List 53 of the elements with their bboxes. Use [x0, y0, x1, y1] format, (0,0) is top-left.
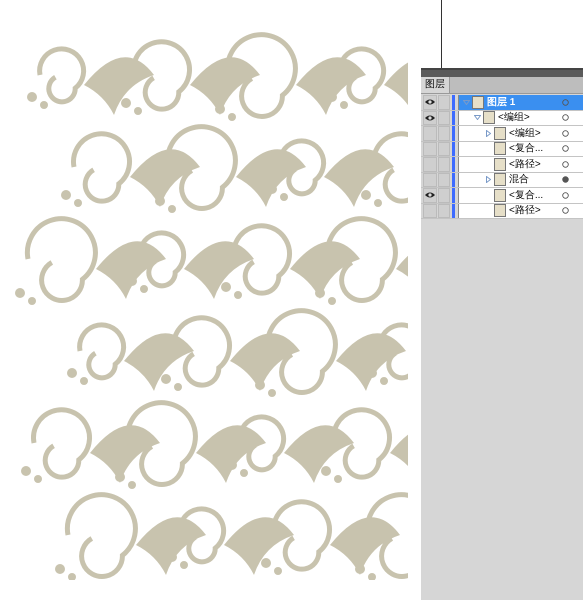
- target-ring-icon[interactable]: [562, 114, 569, 122]
- layer-thumbnail: [494, 204, 506, 218]
- visibility-toggle[interactable]: [423, 172, 437, 187]
- eye-icon: [425, 99, 435, 106]
- visibility-toggle[interactable]: [423, 110, 437, 125]
- lock-toggle[interactable]: [438, 157, 450, 172]
- lock-toggle[interactable]: [438, 172, 450, 187]
- target-ring-icon[interactable]: [562, 207, 569, 214]
- layer-name: 图层 1: [487, 96, 516, 109]
- layer-name: <路径>: [509, 158, 541, 171]
- lock-toggle[interactable]: [438, 142, 450, 156]
- lock-toggle[interactable]: [438, 110, 450, 125]
- visibility-toggle[interactable]: [423, 188, 437, 202]
- lock-toggle[interactable]: [438, 188, 450, 202]
- layer-row[interactable]: 混合: [458, 172, 583, 187]
- layer-thumbnail: [494, 158, 506, 171]
- target-ring-icon[interactable]: [562, 130, 569, 137]
- layer-name: <路径>: [509, 204, 541, 218]
- visibility-toggle[interactable]: [423, 157, 437, 172]
- visibility-toggle[interactable]: [423, 126, 437, 140]
- target-dot-icon[interactable]: [562, 176, 569, 184]
- target-ring-icon[interactable]: [562, 145, 569, 152]
- layer-thumbnail: [494, 126, 506, 140]
- layer-row[interactable]: <路径>: [458, 204, 583, 218]
- visibility-toggle[interactable]: [423, 142, 437, 156]
- eye-icon: [425, 114, 435, 121]
- layer-name: 混合: [509, 173, 529, 186]
- layer-row[interactable]: <复合...: [458, 142, 583, 156]
- layer-row[interactable]: <复合...: [458, 188, 583, 202]
- layer-thumbnail: [483, 111, 495, 124]
- layer-name: <编组>: [498, 111, 530, 124]
- layer-name: <编组>: [509, 126, 541, 140]
- collapsed-triangle-icon[interactable]: [486, 130, 490, 137]
- layer-thumbnail: [494, 188, 506, 202]
- layer-thumbnail: [494, 173, 506, 186]
- target-ring-icon[interactable]: [562, 160, 569, 168]
- layer-name: <复合...: [509, 188, 544, 202]
- layer-row[interactable]: <路径>: [458, 157, 583, 172]
- visibility-toggle[interactable]: [423, 204, 437, 218]
- layer-thumbnail: [494, 142, 506, 156]
- layer-thumbnail: [472, 96, 484, 109]
- layers-tab[interactable]: 图层: [421, 77, 450, 93]
- collapsed-triangle-icon[interactable]: [486, 176, 490, 184]
- eye-icon: [425, 192, 435, 198]
- layer-row[interactable]: <编组>: [458, 110, 583, 125]
- lock-toggle[interactable]: [438, 126, 450, 140]
- layer-name: <复合...: [509, 142, 544, 156]
- target-ring-icon[interactable]: [562, 192, 569, 199]
- layer-row[interactable]: <编组>: [458, 126, 583, 140]
- lock-toggle[interactable]: [438, 95, 450, 110]
- visibility-toggle[interactable]: [423, 95, 437, 110]
- expanded-triangle-icon[interactable]: [474, 115, 480, 120]
- lock-toggle[interactable]: [438, 204, 450, 218]
